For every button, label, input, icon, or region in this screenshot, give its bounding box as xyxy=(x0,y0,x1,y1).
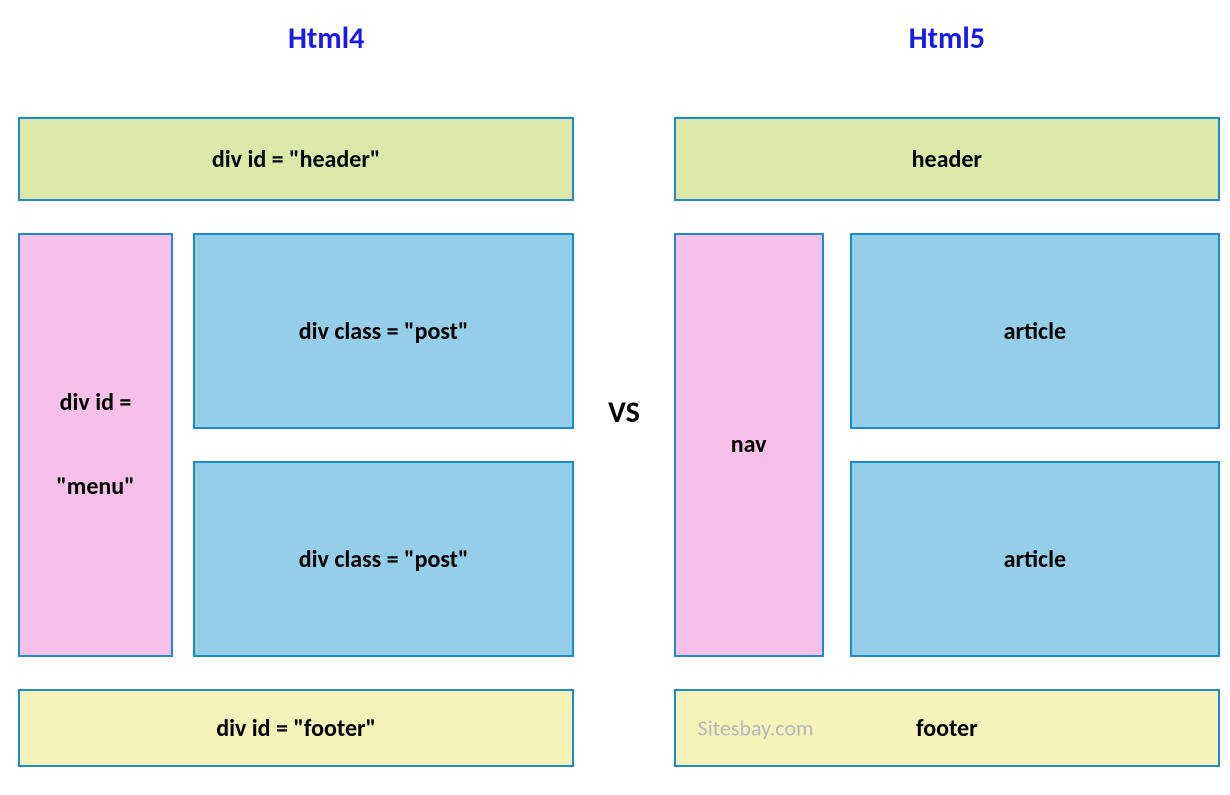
html4-posts-column: div class = "post" div class = "post" xyxy=(193,233,574,657)
html4-post2-label: div class = "post" xyxy=(299,545,469,574)
html5-footer-box: Sitesbay.com footer xyxy=(674,689,1220,767)
html4-panel: Html4 div id = "header" div id = "menu" … xyxy=(18,10,574,785)
vs-column: VS xyxy=(574,10,673,785)
html4-footer-box: div id = "footer" xyxy=(18,689,574,767)
html5-header-box: header xyxy=(674,117,1220,201)
html5-footer-label: footer xyxy=(916,714,978,743)
html5-nav-label: nav xyxy=(731,428,767,462)
html4-footer-label: div id = "footer" xyxy=(216,714,376,743)
html4-title: Html4 xyxy=(78,20,574,57)
html4-menu-label-line1: div id = xyxy=(60,386,132,420)
html5-article-box-1: article xyxy=(850,233,1220,429)
html4-post-box-1: div class = "post" xyxy=(193,233,574,429)
html5-title: Html5 xyxy=(674,20,1220,57)
html5-articles-column: article article xyxy=(850,233,1220,657)
html5-article2-label: article xyxy=(1004,545,1066,574)
html4-header-box: div id = "header" xyxy=(18,117,574,201)
html4-header-label: div id = "header" xyxy=(212,145,380,174)
html5-article-box-2: article xyxy=(850,461,1220,657)
diagram-container: Html4 div id = "header" div id = "menu" … xyxy=(0,0,1230,795)
html5-article1-label: article xyxy=(1004,317,1066,346)
html4-body-row: div id = "menu" div class = "post" div c… xyxy=(18,233,574,657)
html5-panel: Html5 header nav article article Sitesba… xyxy=(674,10,1220,785)
html4-menu-label-line2: "menu" xyxy=(56,470,134,504)
html5-nav-box: nav xyxy=(674,233,824,657)
html5-body-row: nav article article xyxy=(674,233,1220,657)
html4-post1-label: div class = "post" xyxy=(299,317,469,346)
html4-menu-box: div id = "menu" xyxy=(18,233,173,657)
watermark-text: Sitesbay.com xyxy=(698,715,814,742)
html5-header-label: header xyxy=(912,145,982,174)
html4-post-box-2: div class = "post" xyxy=(193,461,574,657)
vs-label: VS xyxy=(608,394,640,431)
